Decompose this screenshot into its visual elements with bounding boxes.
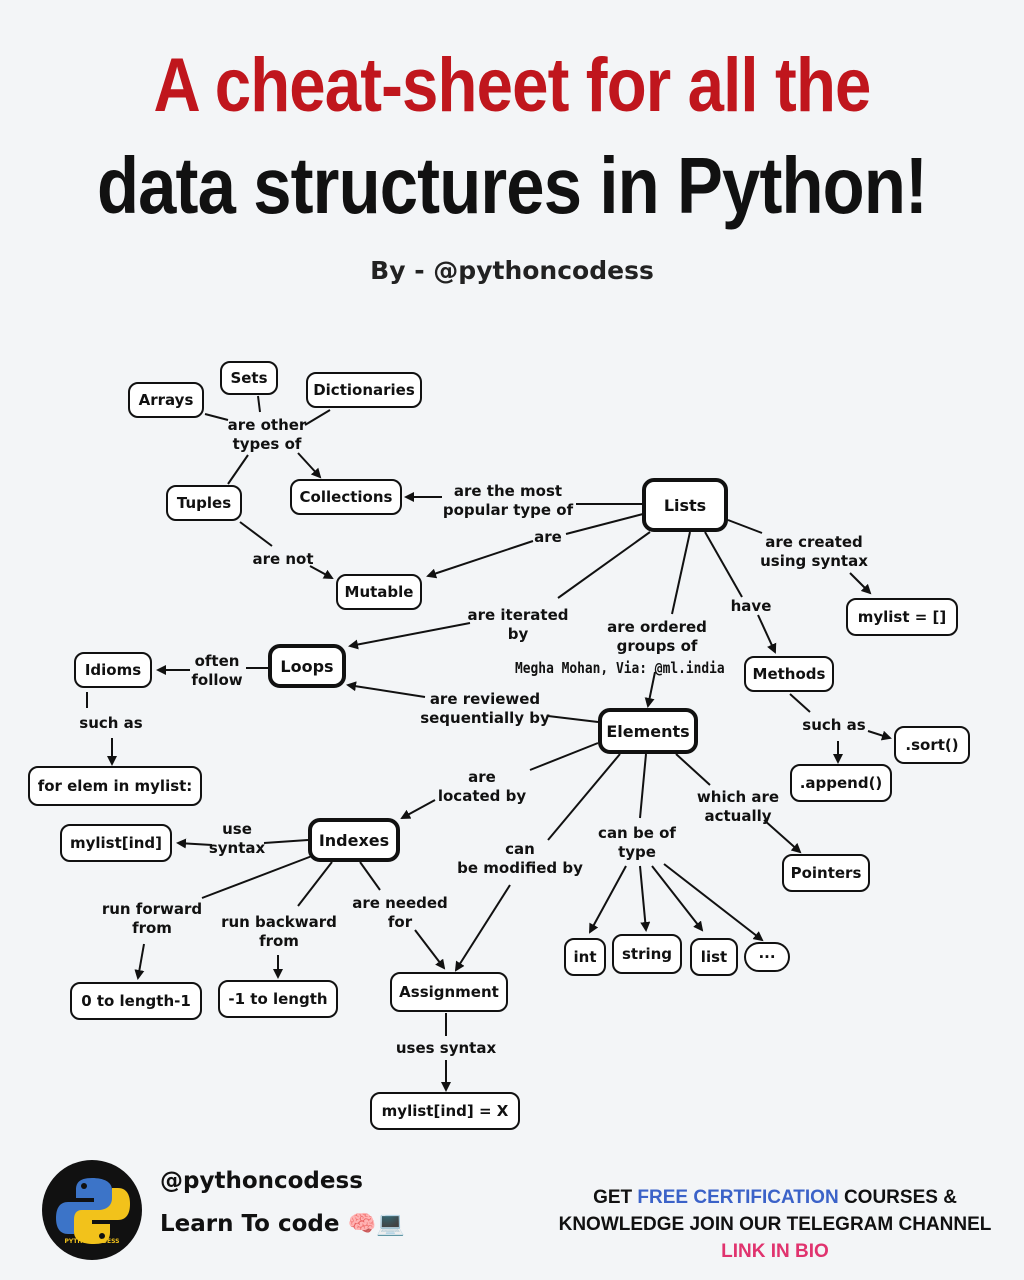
node-collections: Collections xyxy=(290,479,402,515)
promo-free-certification: FREE CERTIFICATION xyxy=(637,1187,839,1208)
label-use-syntax: use syntax xyxy=(208,820,266,857)
node-tuples: Tuples xyxy=(166,485,242,521)
node-string: string xyxy=(612,934,682,974)
edge-to-loops-2 xyxy=(346,681,426,698)
edge-to-sort xyxy=(867,730,892,741)
node-mylist-syntax: mylist = [] xyxy=(846,598,958,636)
footer-handle: @pythoncodess xyxy=(160,1168,363,1194)
promo-line2: KNOWLEDGE JOIN OUR TELEGRAM CHANNEL xyxy=(558,1214,992,1235)
edge-to-int xyxy=(589,865,627,934)
node-sets: Sets xyxy=(220,361,278,395)
node-mylist-ind-x: mylist[ind] = X xyxy=(370,1092,520,1130)
node-methods: Methods xyxy=(744,656,834,692)
label-have: have xyxy=(730,597,772,615)
node-list: list xyxy=(690,938,738,976)
node-neg1-to-length: -1 to length xyxy=(218,980,338,1018)
label-uses-syntax: uses syntax xyxy=(395,1039,497,1057)
label-which-are-actually: which are actually xyxy=(696,788,780,825)
edge-to-assignment-2 xyxy=(414,929,446,970)
footer-tagline: Learn To code 🧠💻 xyxy=(160,1211,405,1237)
edge-to-elements xyxy=(644,671,656,708)
footer-promo: GET FREE CERTIFICATION COURSES & KNOWLED… xyxy=(540,1184,1010,1265)
label-are-created-using: are created using syntax xyxy=(760,533,868,570)
edge-to-indexes xyxy=(400,799,436,819)
node-elements: Elements xyxy=(598,708,698,754)
node-ellipsis: ··· xyxy=(744,942,790,972)
edge-lists-iterated xyxy=(557,531,651,599)
label-are-most-popular: are the most popular type of xyxy=(442,482,574,519)
label-run-backward-from: run backward from xyxy=(221,913,337,950)
node-append: .append() xyxy=(790,764,892,802)
node-assignment: Assignment xyxy=(390,972,508,1012)
edge-elements-located xyxy=(529,742,599,771)
label-are-other-types-of: are other types of xyxy=(227,416,307,453)
node-loops: Loops xyxy=(268,644,346,688)
label-are-reviewed: are reviewed sequentially by xyxy=(420,690,550,727)
edge-elements-type xyxy=(639,753,647,819)
edge-indexes-forward xyxy=(201,855,313,899)
label-are-iterated-by: are iterated by xyxy=(467,606,569,643)
edge-to-mylist-syntax xyxy=(849,572,872,595)
edge-elements-actually xyxy=(675,753,711,786)
label-are: are xyxy=(534,528,562,546)
credit-text: Megha Mohan, Via: @ml.india xyxy=(515,659,725,677)
label-are-located-by: are located by xyxy=(437,768,527,805)
node-idioms: Idioms xyxy=(74,652,152,688)
node-indexes: Indexes xyxy=(308,818,400,862)
node-for-elem: for elem in mylist: xyxy=(28,766,202,806)
node-zero-to-length: 0 to length-1 xyxy=(70,982,202,1020)
edge-sets-label xyxy=(257,395,261,413)
label-are-ordered-groups: are ordered groups of xyxy=(607,618,707,655)
node-sort: .sort() xyxy=(894,726,970,764)
edge-tuples-arenot xyxy=(239,521,273,547)
edge-elements-reviewed xyxy=(547,715,599,723)
label-can-be-of-type: can be of type xyxy=(598,824,676,861)
node-pointers: Pointers xyxy=(782,854,870,892)
edge-to-list xyxy=(651,865,704,932)
label-run-forward-from: run forward from xyxy=(101,900,203,937)
logo-wordmark: PYTHONCODESS xyxy=(64,1238,120,1245)
edge-lists-ordered xyxy=(671,531,691,615)
edge-lists-created xyxy=(727,519,763,534)
promo-line1: GET FREE CERTIFICATION COURSES & xyxy=(540,1184,1010,1211)
edge-to-assignment xyxy=(454,884,511,972)
edge-to-zero-len xyxy=(134,943,145,980)
edge-to-collections xyxy=(297,452,322,479)
edge-lists-have xyxy=(704,531,743,598)
edge-indexes-needed xyxy=(359,861,381,891)
edge-tuples-label xyxy=(227,454,249,485)
python-snake-icon xyxy=(56,1178,130,1244)
edge-to-string xyxy=(639,865,651,932)
label-such-as-methods: such as xyxy=(802,716,866,734)
edge-to-ellipsis xyxy=(663,863,764,942)
node-dictionaries: Dictionaries xyxy=(306,372,422,408)
edge-indexes-backward xyxy=(297,861,333,907)
node-lists: Lists xyxy=(642,478,728,532)
label-such-as-idioms: such as xyxy=(79,714,143,732)
edge-to-mutable-2 xyxy=(426,540,534,579)
label-can-be-modified-by: can be modified by xyxy=(457,840,583,877)
node-mutable: Mutable xyxy=(336,574,422,610)
promo-get: GET xyxy=(593,1187,638,1208)
label-often-follow: often follow xyxy=(191,652,243,689)
node-arrays: Arrays xyxy=(128,382,204,418)
node-int: int xyxy=(564,938,606,976)
node-mylist-ind: mylist[ind] xyxy=(60,824,172,862)
promo-courses: COURSES & xyxy=(838,1187,957,1208)
python-logo xyxy=(42,1160,142,1260)
label-are-needed-for: are needed for xyxy=(352,894,448,931)
label-are-not: are not xyxy=(252,550,314,568)
edge-indexes-syntax xyxy=(263,839,309,844)
edge-methods-suchas xyxy=(789,693,811,713)
promo-link-in-bio[interactable]: LINK IN BIO xyxy=(540,1238,1010,1265)
edge-to-methods xyxy=(757,614,777,654)
edge-to-loops xyxy=(348,622,471,650)
